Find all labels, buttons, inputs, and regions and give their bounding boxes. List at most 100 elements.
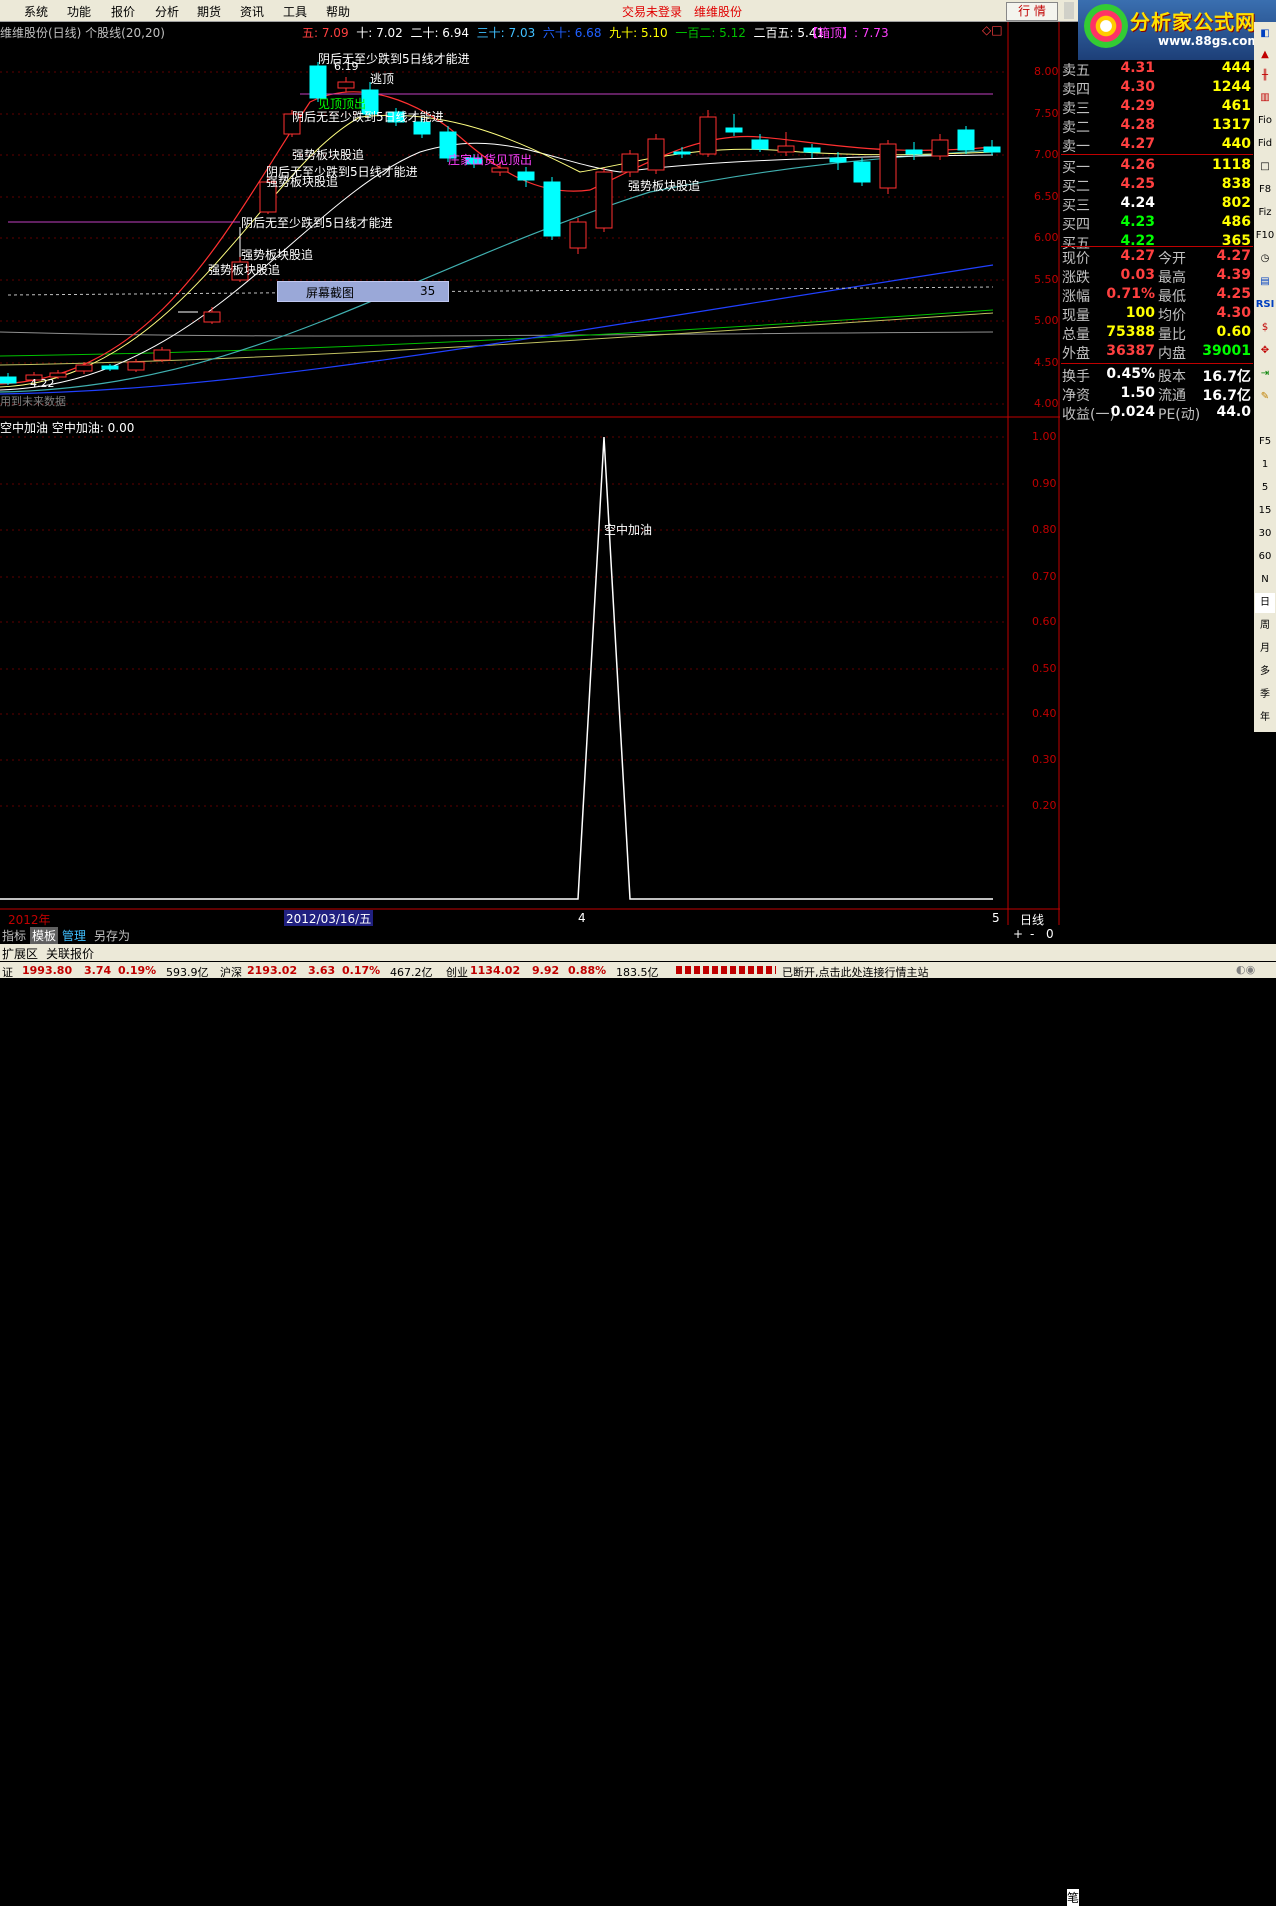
rsi-icon[interactable]: RSI (1255, 295, 1275, 315)
bar-icon[interactable]: ▥ (1255, 88, 1275, 108)
candle-body (647, 138, 665, 171)
period-button[interactable]: 周 (1255, 616, 1275, 636)
period-button[interactable]: 日 (1255, 593, 1275, 613)
chart-icon[interactable]: ▤ (1255, 272, 1275, 292)
orderbook-row[interactable]: 卖五 4.31 444 (1061, 60, 1253, 79)
box-icon[interactable]: □ (1255, 157, 1275, 177)
candle-body (699, 116, 717, 155)
menu-quote[interactable]: 报价 (111, 3, 135, 20)
orderbook-level: 卖三 (1062, 101, 1090, 117)
zoom-in-button[interactable]: + (1013, 927, 1023, 941)
annotation: 6.19 (334, 60, 359, 73)
tab-save-as[interactable]: 另存为 (94, 927, 130, 944)
export-icon[interactable]: ⇥ (1255, 364, 1275, 384)
tab-manage[interactable]: 管理 (62, 927, 86, 944)
orderbook-row[interactable]: 买四 4.23 486 (1061, 214, 1253, 233)
orderbook-row[interactable]: 卖四 4.30 1244 (1061, 79, 1253, 98)
stat-value: 4.30 (1216, 305, 1251, 321)
ext-area-tab[interactable]: 扩展区 (2, 945, 38, 962)
chart-window-icons[interactable]: ◇□ (982, 23, 1003, 37)
f8-icon[interactable]: F8 (1255, 180, 1275, 200)
ma90-line (0, 312, 994, 366)
price-axis-label: 6.00 (1034, 231, 1059, 244)
right-panel-tab[interactable]: 细 (1115, 1889, 1127, 1906)
stat-row: 换手 0.45% 股本 16.7亿 (1061, 366, 1253, 385)
stat-row: 现价 4.27 今开 4.27 (1061, 248, 1253, 267)
pencil-icon[interactable]: ✎ (1255, 387, 1275, 407)
window-control[interactable] (1064, 2, 1074, 19)
orderbook-volume: 838 (1221, 176, 1251, 192)
cy-index-value: 1134.02 (470, 964, 521, 977)
menu-futures[interactable]: 期货 (197, 3, 221, 20)
stat-row: 现量 100 均价 4.30 (1061, 305, 1253, 324)
right-panel-tab[interactable]: 价 (1091, 1889, 1103, 1906)
right-panel-tab[interactable]: 指 (1187, 1889, 1199, 1906)
zoom-reset-button[interactable]: 0 (1046, 927, 1054, 941)
stat-label: 量比 (1158, 327, 1186, 343)
right-panel-tab[interactable]: 势 (1163, 1889, 1175, 1906)
candle-body (569, 221, 587, 249)
period-button[interactable]: 月 (1255, 639, 1275, 659)
menu-help[interactable]: 帮助 (326, 3, 350, 20)
orderbook-row[interactable]: 买一 4.26 1118 (1061, 157, 1253, 176)
tab-indicator[interactable]: 指标 (2, 927, 26, 944)
future-data-note: 用到未来数据 (0, 395, 66, 408)
right-panel-tab[interactable]: 盘 (1139, 1889, 1151, 1906)
screenshot-tooltip[interactable]: 屏幕截图 35 (277, 281, 449, 302)
candle-body (127, 361, 145, 371)
right-panel-tab[interactable]: 筹 (1235, 1889, 1247, 1906)
menu-function[interactable]: 功能 (67, 3, 91, 20)
orderbook-row[interactable]: 买二 4.25 838 (1061, 176, 1253, 195)
menu-system[interactable]: 系统 (24, 3, 48, 20)
dollar-icon[interactable]: $ (1255, 318, 1275, 338)
orderbook-divider (1061, 154, 1253, 155)
arrows-icon[interactable]: ✥ (1255, 341, 1275, 361)
quote-button[interactable]: 行 情 (1006, 2, 1058, 21)
period-button[interactable]: 1 (1255, 455, 1275, 475)
candle-body (853, 161, 871, 183)
status-icons[interactable]: ◐◉ (1236, 963, 1255, 976)
related-quote-tab[interactable]: 关联报价 (46, 945, 94, 962)
stat-label: 现价 (1062, 251, 1090, 267)
zoom-out-button[interactable]: - (1030, 927, 1034, 941)
kline-icon[interactable]: ╫ (1255, 66, 1275, 86)
stat-row: 收益(一) 0.024 PE(动) 44.0 (1061, 404, 1253, 423)
fiz-icon[interactable]: Fiz (1255, 203, 1275, 223)
f3-button[interactable]: ▲ (1255, 45, 1275, 65)
period-button[interactable]: 15 (1255, 501, 1275, 521)
menu-tools[interactable]: 工具 (283, 3, 307, 20)
date-axis-month4: 4 (578, 911, 586, 925)
tab-template[interactable]: 模板 (30, 927, 59, 944)
orderbook-row[interactable]: 卖三 4.29 461 (1061, 98, 1253, 117)
price-axis-label: 8.00 (1034, 65, 1059, 78)
period-button[interactable]: 5 (1255, 478, 1275, 498)
orderbook-row[interactable]: 买三 4.24 802 (1061, 195, 1253, 214)
right-panel-tab[interactable]: 值 (1211, 1889, 1223, 1906)
candle-body (543, 181, 561, 237)
trade-login-status[interactable]: 交易未登录 (622, 3, 682, 20)
fid-icon[interactable]: Fid (1255, 134, 1275, 154)
period-button[interactable]: 30 (1255, 524, 1275, 544)
ma10-label: 十: 7.02 (356, 26, 403, 40)
fio-icon[interactable]: Fio (1255, 111, 1275, 131)
period-button[interactable]: 季 (1255, 685, 1275, 705)
period-button[interactable]: 年 (1255, 708, 1275, 728)
orderbook-volume: 486 (1221, 214, 1251, 230)
orderbook-row[interactable]: 卖一 4.27 440 (1061, 136, 1253, 155)
f10-button[interactable]: ◧ (1255, 24, 1275, 44)
stat-label: 现量 (1062, 308, 1090, 324)
orderbook-level: 卖一 (1062, 139, 1090, 155)
menu-info[interactable]: 资讯 (240, 3, 264, 20)
period-button[interactable]: F5 (1255, 432, 1275, 452)
period-button[interactable]: N (1255, 570, 1275, 590)
clock-icon[interactable]: ◷ (1255, 249, 1275, 269)
period-button[interactable]: 多 (1255, 662, 1275, 682)
right-panel-tab[interactable]: 笔 (1067, 1889, 1080, 1906)
menu-analysis[interactable]: 分析 (155, 3, 179, 20)
stat-value: 0.024 (1110, 404, 1155, 420)
period-button[interactable]: 60 (1255, 547, 1275, 567)
orderbook-row[interactable]: 卖二 4.28 1317 (1061, 117, 1253, 136)
f10-icon[interactable]: F10 (1255, 226, 1275, 246)
ma30-label: 三十: 7.03 (476, 26, 536, 40)
chart-area[interactable]: 维维股份(日线) 个股线(20,20) 五: 7.09 十: 7.02 二十: … (0, 22, 1060, 927)
